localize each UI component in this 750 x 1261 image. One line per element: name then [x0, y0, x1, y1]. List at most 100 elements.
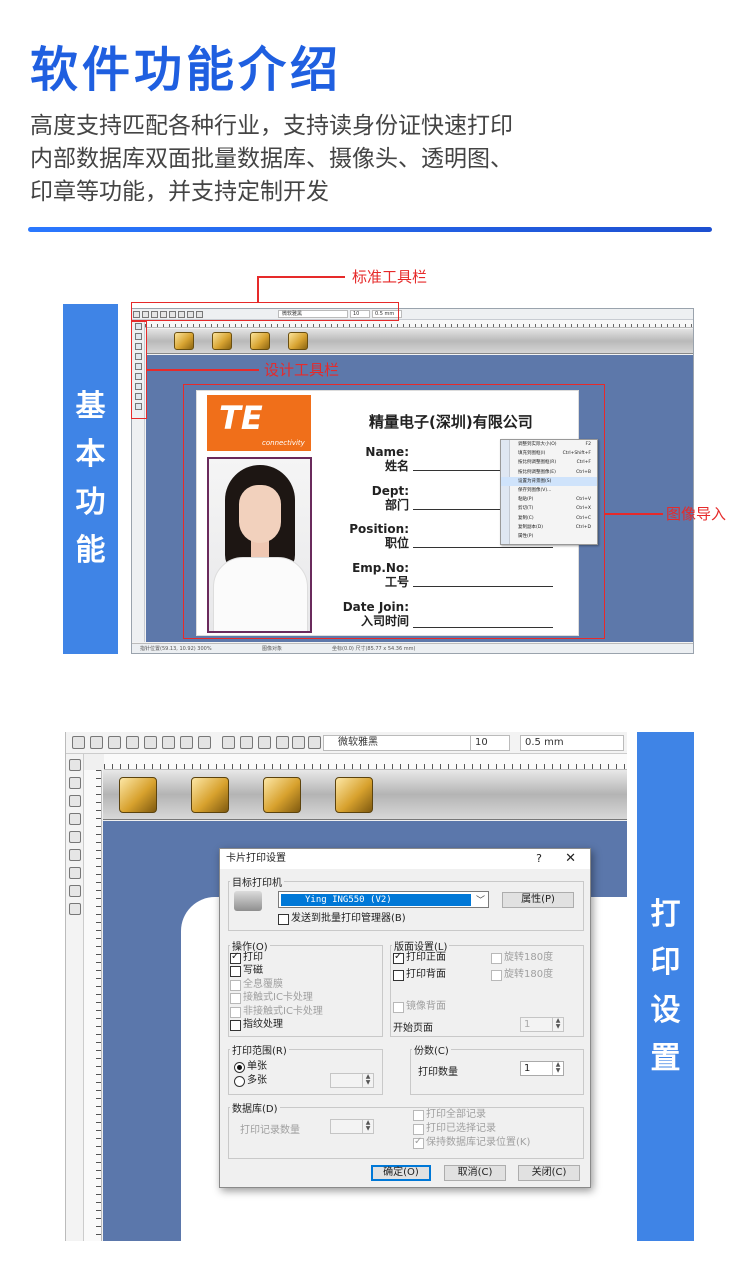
- intro-line-3: 印章等功能，并支持定制开发: [30, 179, 329, 205]
- rfid-button[interactable]: [263, 777, 301, 813]
- op-magnetic-checkbox[interactable]: 写磁: [230, 965, 263, 977]
- card-back-button[interactable]: [212, 332, 232, 350]
- print-settings-label: 打 印 设 置: [637, 732, 694, 1241]
- stroke-select[interactable]: 0.5 mm: [520, 735, 624, 751]
- ok-button[interactable]: 确定(O): [371, 1165, 431, 1181]
- status-bar: 指针位置(59.13, 10.92) 300% 图像对象 坐标(0.0) 尺寸(…: [132, 643, 693, 653]
- pointer-icon[interactable]: [69, 759, 81, 771]
- properties-button[interactable]: 属性(P): [502, 892, 574, 908]
- text-style-icon[interactable]: [258, 736, 271, 749]
- design-toolbar-large: [66, 754, 84, 1241]
- image-icon[interactable]: [69, 867, 81, 879]
- line-icon[interactable]: [69, 777, 81, 789]
- header-divider: [28, 227, 712, 232]
- start-page-input: 1 ▲ ▼: [520, 1017, 564, 1032]
- fill-icon[interactable]: [240, 736, 253, 749]
- print-front-checkbox[interactable]: 打印正面: [393, 951, 446, 964]
- toolbar-annotation: 标准工具栏: [352, 268, 428, 286]
- status-coords: 坐标(0.0) 尺寸(85.77 x 54.36 mm): [332, 646, 416, 652]
- redo-icon[interactable]: [162, 736, 175, 749]
- print-selected-records-checkbox: 打印已选择记录: [413, 1123, 496, 1135]
- intro-text: 高度支持匹配各种行业，支持读身份证快速打印 内部数据库双面批量数据库、摄像头、透…: [30, 110, 730, 209]
- magnetic-button[interactable]: [335, 777, 373, 813]
- image-import-highlight: [183, 384, 605, 639]
- size-select[interactable]: 10: [470, 735, 510, 751]
- pen-icon[interactable]: [222, 736, 235, 749]
- print-back-checkbox[interactable]: 打印背面: [393, 969, 446, 981]
- underline-icon[interactable]: [308, 736, 321, 749]
- copies-label: 份数(C): [412, 1042, 451, 1057]
- intro-line-2: 内部数据库双面批量数据库、摄像头、透明图、: [30, 146, 513, 172]
- text-icon[interactable]: [69, 813, 81, 825]
- close-button[interactable]: 关闭(C): [518, 1165, 580, 1181]
- italic-icon[interactable]: [292, 736, 305, 749]
- record-count-input: ▲ ▼: [330, 1119, 374, 1134]
- qrcode-icon[interactable]: [69, 849, 81, 861]
- open-icon[interactable]: [90, 736, 103, 749]
- range-count-input: ▲ ▼: [330, 1073, 374, 1088]
- dialog-title: 卡片打印设置: [226, 853, 286, 864]
- design-callout-line: [147, 369, 259, 371]
- op-contact-ic-checkbox: 接触式IC卡处理: [230, 992, 313, 1004]
- bold-icon[interactable]: [276, 736, 289, 749]
- horizontal-ruler: [104, 754, 627, 770]
- op-holo-checkbox: 全息覆膜: [230, 979, 283, 991]
- basic-functions-label: 基 本 功 能: [63, 304, 118, 654]
- print-all-records-checkbox: 打印全部记录: [413, 1109, 486, 1121]
- rfid-button[interactable]: [250, 332, 270, 350]
- card-tool-strip: [103, 770, 627, 820]
- cancel-button[interactable]: 取消(C): [444, 1165, 506, 1181]
- cut-icon[interactable]: [180, 736, 193, 749]
- keep-record-position-checkbox: 保持数据库记录位置(K): [413, 1136, 530, 1149]
- magnetic-button[interactable]: [288, 332, 308, 350]
- op-print-checkbox[interactable]: 打印: [230, 951, 263, 964]
- target-printer-label: 目标打印机: [230, 874, 284, 889]
- new-icon[interactable]: [72, 736, 85, 749]
- record-count-label: 打印记录数量: [240, 1125, 300, 1136]
- page-title: 软件功能介绍: [30, 42, 343, 98]
- toolbar-callout-line-h: [257, 276, 345, 278]
- status-object: 图像对象: [262, 646, 283, 652]
- print-qty-input[interactable]: 1 ▲ ▼: [520, 1061, 564, 1076]
- card-tool-strip: [146, 329, 693, 354]
- op-contactless-ic-checkbox: 非接触式IC卡处理: [230, 1006, 323, 1018]
- save-icon[interactable]: [108, 736, 121, 749]
- card-front-button[interactable]: [174, 332, 194, 350]
- toolbar-callout-line: [257, 276, 259, 302]
- dialog-titlebar: 卡片打印设置 ? ✕: [220, 849, 590, 869]
- design-toolbar-annotation: 设计工具栏: [264, 361, 340, 379]
- close-icon[interactable]: ✕: [565, 849, 576, 869]
- print-icon[interactable]: [126, 736, 139, 749]
- eraser-icon[interactable]: [198, 736, 211, 749]
- barcode-icon[interactable]: [69, 831, 81, 843]
- printer-icon: [234, 891, 262, 911]
- database-label: 数据库(D): [230, 1100, 280, 1115]
- stamp-icon[interactable]: [69, 903, 81, 915]
- shape-icon[interactable]: [69, 795, 81, 807]
- range-single-radio[interactable]: 单张: [234, 1061, 267, 1073]
- rotate-front-checkbox: 旋转180度: [491, 952, 553, 964]
- chevron-down-icon: ﹀: [475, 896, 485, 906]
- card-front-button[interactable]: [119, 777, 157, 813]
- undo-icon[interactable]: [144, 736, 157, 749]
- font-select[interactable]: 微软雅黑: [323, 735, 473, 751]
- horizontal-ruler: [145, 320, 693, 328]
- intro-line-1: 高度支持匹配各种行业，支持读身份证快速打印: [30, 113, 513, 139]
- image-import-annotation: 图像导入: [666, 505, 727, 523]
- start-page-label: 开始页面: [393, 1023, 433, 1034]
- camera-icon[interactable]: [69, 885, 81, 897]
- image-callout-line: [605, 513, 663, 515]
- printer-select[interactable]: Ying ING550 (V2) ﹀: [278, 891, 489, 908]
- op-fingerprint-checkbox[interactable]: 指纹处理: [230, 1019, 283, 1031]
- design-toolbar-highlight: [131, 321, 147, 419]
- standard-toolbar-large: 微软雅黑 10 0.5 mm: [66, 732, 627, 754]
- send-batch-checkbox[interactable]: 发送到批量打印管理器(B): [278, 913, 406, 925]
- vertical-ruler: [84, 770, 102, 1241]
- print-range-label: 打印范围(R): [230, 1042, 289, 1057]
- card-print-dialog: 卡片打印设置 ? ✕ 目标打印机 Ying ING550 (V2) ﹀ 属性(P…: [219, 848, 591, 1188]
- card-back-button[interactable]: [191, 777, 229, 813]
- toolbar-highlight: [131, 302, 399, 321]
- rotate-back-checkbox: 旋转180度: [491, 969, 553, 981]
- help-button[interactable]: ?: [536, 849, 542, 869]
- range-multi-radio[interactable]: 多张: [234, 1075, 267, 1087]
